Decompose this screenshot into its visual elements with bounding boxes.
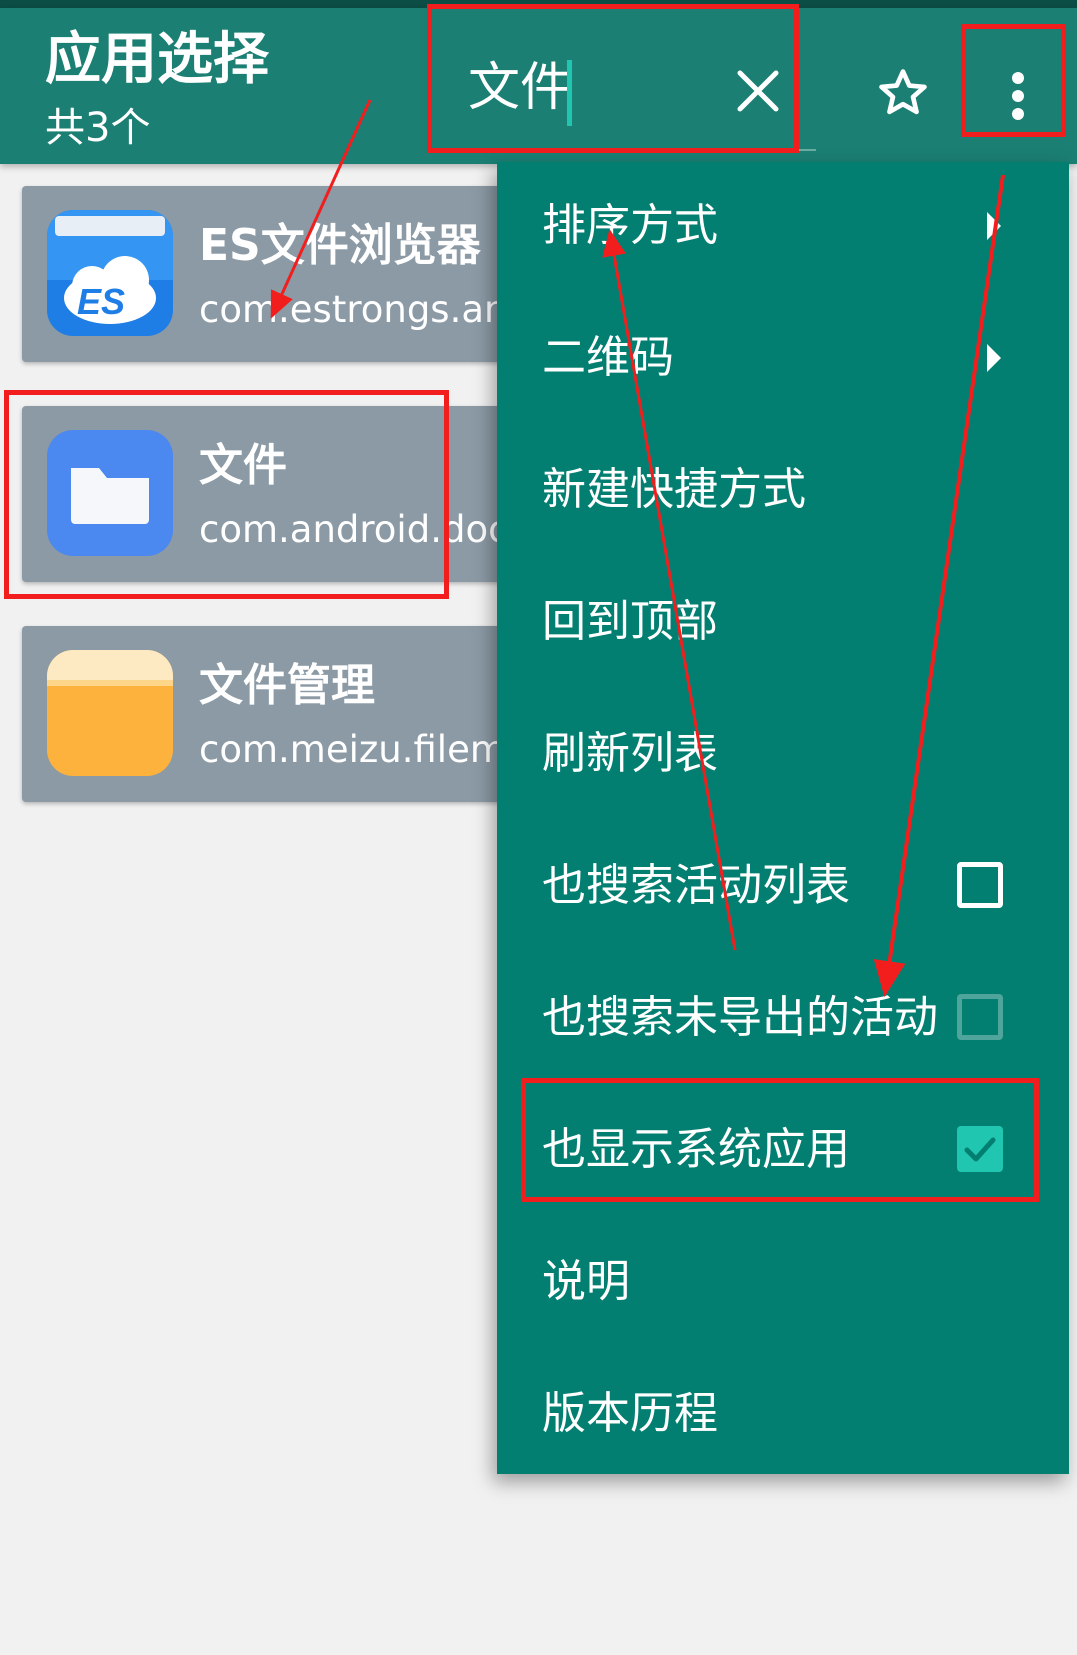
submenu-arrow-icon (987, 344, 1001, 372)
submenu-arrow-icon (987, 212, 1001, 240)
menu-item-scroll-top[interactable]: 回到顶部 (497, 558, 1069, 690)
svg-text:ES: ES (77, 281, 125, 322)
menu-item-help[interactable]: 说明 (497, 1218, 1069, 1350)
menu-item-label: 也搜索活动列表 (542, 860, 850, 911)
annotation-box-more (961, 24, 1066, 137)
annotation-box-files-app (4, 390, 449, 599)
menu-item-sort[interactable]: 排序方式 (497, 162, 1069, 294)
menu-item-search-unexported[interactable]: 也搜索未导出的活动 (497, 954, 1069, 1086)
menu-item-version-history[interactable]: 版本历程 (497, 1350, 1069, 1482)
favorite-button[interactable] (870, 56, 936, 130)
file-manager-icon (47, 650, 173, 776)
app-package: com.meizu.filema (199, 728, 529, 771)
search-unexported-checkbox[interactable] (957, 994, 1003, 1040)
overflow-menu: 排序方式 二维码 新建快捷方式 回到顶部 刷新列表 也搜索活动列表 也搜索未导出… (497, 162, 1069, 1474)
menu-item-label: 也搜索未导出的活动 (542, 992, 938, 1043)
menu-item-label: 二维码 (542, 332, 674, 383)
menu-item-label: 版本历程 (542, 1388, 718, 1439)
app-count: 共3个 (45, 105, 151, 151)
es-file-explorer-icon: ES (47, 210, 173, 336)
menu-item-label: 新建快捷方式 (542, 464, 806, 515)
menu-item-label: 刷新列表 (542, 728, 718, 779)
app-name: ES文件浏览器 (199, 220, 481, 271)
menu-item-label: 说明 (542, 1256, 630, 1307)
app-package: com.estrongs.and (199, 288, 531, 331)
annotation-box-search (427, 4, 799, 153)
app-name: 文件管理 (199, 660, 375, 711)
menu-item-label: 回到顶部 (542, 596, 718, 647)
menu-item-refresh[interactable]: 刷新列表 (497, 690, 1069, 822)
search-activities-checkbox[interactable] (957, 862, 1003, 908)
menu-item-new-shortcut[interactable]: 新建快捷方式 (497, 426, 1069, 558)
menu-item-label: 排序方式 (542, 200, 718, 251)
annotation-box-system-apps (521, 1078, 1039, 1202)
page-title: 应用选择 (45, 27, 269, 92)
menu-item-search-activities[interactable]: 也搜索活动列表 (497, 822, 1069, 954)
menu-item-qrcode[interactable]: 二维码 (497, 294, 1069, 426)
star-outline-icon (879, 69, 927, 115)
